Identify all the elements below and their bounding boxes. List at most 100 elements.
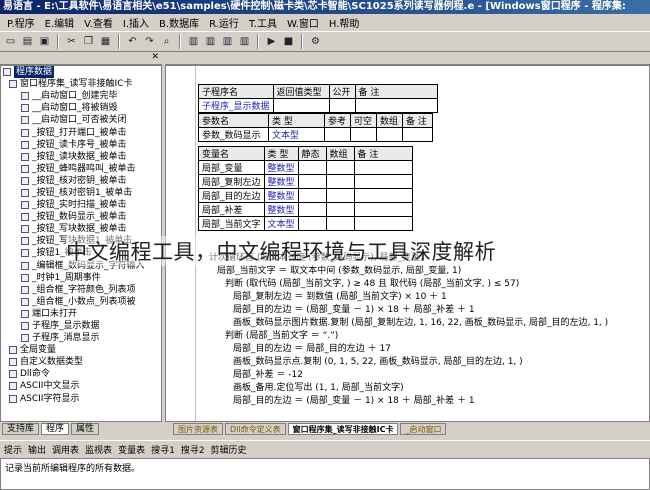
tree-item[interactable]: ASCII中文显示 [1, 380, 161, 392]
code-line[interactable]: 判断 (局部_当前文字 ＝ “.”) [225, 330, 338, 343]
window3-icon[interactable]: ▥ [220, 34, 235, 49]
table-cell[interactable] [353, 188, 413, 203]
table-cell[interactable] [328, 98, 356, 113]
tab-variable-table[interactable]: 变量表 [118, 443, 145, 456]
tree-item[interactable]: __启动窗口_创建完毕 [1, 90, 161, 102]
table-cell[interactable]: 子程序_显示数据 [198, 98, 274, 113]
tree-item[interactable]: 子程序_消息显示 [1, 332, 161, 344]
table-cell[interactable]: 整数型 [263, 202, 299, 217]
tab-program[interactable]: 程序 [41, 423, 70, 435]
table-cell[interactable]: 文本型 [268, 127, 325, 142]
code-line[interactable]: 画板_数码显示图片数据.复制 (局部_复制左边, 1, 16, 22, 画板_数… [233, 317, 608, 330]
tree-item[interactable]: _组合框_小数点_列表项被 [1, 296, 161, 308]
table-cell[interactable] [402, 127, 433, 142]
close-icon[interactable]: ✕ [151, 52, 159, 62]
tab-dll-commands[interactable]: Dll命令定义表 [225, 423, 286, 435]
menu-tools[interactable]: T.工具 [244, 15, 282, 30]
code-line[interactable]: 局部_补差 ＝ -12 [233, 369, 303, 382]
tree-item[interactable]: 子程序_显示数据 [1, 320, 161, 332]
menu-database[interactable]: B.数据库 [154, 15, 204, 30]
table-cell[interactable] [297, 188, 327, 203]
tab-search2[interactable]: 搜寻2 [181, 443, 205, 456]
table-cell[interactable] [324, 127, 351, 142]
tab-properties[interactable]: 属性 [71, 423, 100, 435]
cut-icon[interactable]: ✂ [64, 34, 79, 49]
tree-item[interactable]: _组合框_字符颜色_列表项 [1, 284, 161, 296]
table-cell[interactable] [272, 98, 330, 113]
tab-call-table[interactable]: 调用表 [52, 443, 79, 456]
tab-output[interactable]: 输出 [28, 443, 46, 456]
code-line[interactable]: 局部_目的左边 ＝ (局部_变量 － 1) × 18 ＋ 局部_补差 ＋ 1 [233, 304, 475, 317]
save-icon[interactable]: ▣ [37, 34, 52, 49]
table-cell[interactable] [376, 127, 403, 142]
code-line[interactable]: 局部_目的左边 ＝ 局部_目的左边 ＋ 17 [233, 343, 391, 356]
tree-item[interactable]: _按钮_核对密钥_被单击 [1, 175, 161, 187]
tree-item[interactable]: _按钮_读块数据_被单击 [1, 151, 161, 163]
code-line[interactable]: 局部_目的左边 ＝ (局部_变量 － 1) × 18 ＋ 局部_补差 ＋ 1 [233, 395, 475, 408]
table-cell[interactable]: 整数型 [263, 188, 299, 203]
code-line[interactable]: 局部_当前文字 ＝ 取文本中间 (参数_数码显示, 局部_变量, 1) [217, 265, 461, 278]
tab-start-window[interactable]: _启动窗口 [400, 423, 447, 435]
tree-item[interactable]: __启动窗口_将被销毁 [1, 102, 161, 114]
table-cell[interactable]: 局部_当前文字 [198, 216, 265, 231]
table-cell[interactable]: 整数型 [263, 160, 299, 175]
code-line[interactable]: 画板_数码显示点.复制 (0, 1, 5, 22, 画板_数码显示, 局部_目的… [233, 356, 523, 369]
table-cell[interactable]: 整数型 [263, 174, 299, 189]
copy-icon[interactable]: ❐ [81, 34, 96, 49]
tree-item[interactable]: _按钮_写块数据_被单击 [1, 223, 161, 235]
menu-help[interactable]: H.帮助 [324, 15, 365, 30]
table-cell[interactable]: 局部_变量 [198, 160, 265, 175]
stop-icon[interactable]: ■ [281, 34, 296, 49]
table-cell[interactable] [353, 174, 413, 189]
table-cell[interactable] [325, 188, 355, 203]
tree-item[interactable]: _按钮_蜂鸣器鸣叫_被单击 [1, 163, 161, 175]
tab-clip-history[interactable]: 剪辑历史 [211, 443, 247, 456]
redo-icon[interactable]: ↷ [142, 34, 157, 49]
table-cell[interactable] [354, 98, 438, 113]
tab-image-resources[interactable]: 图片资源表 [173, 423, 223, 435]
find-icon[interactable]: ⌕ [159, 34, 174, 49]
table-cell[interactable] [297, 174, 327, 189]
code-line[interactable]: 画板_备用.定位写出 (1, 1, 局部_当前文字) [233, 382, 404, 395]
table-cell[interactable] [325, 160, 355, 175]
table-cell[interactable]: 局部_补差 [198, 202, 265, 217]
menu-edit[interactable]: E.编辑 [40, 15, 80, 30]
tree-item[interactable]: 窗口程序集_读写非接触IC卡 [1, 78, 161, 90]
table-cell[interactable]: 局部_复制左边 [198, 174, 265, 189]
tab-search1[interactable]: 搜寻1 [151, 443, 175, 456]
run-icon[interactable]: ▶ [264, 34, 279, 49]
tree-item[interactable]: 程序数据 [1, 66, 161, 79]
table-cell[interactable] [297, 160, 327, 175]
tree-item[interactable]: _按钮_数码显示_被单击 [1, 211, 161, 223]
undo-icon[interactable]: ↶ [125, 34, 140, 49]
tree-item[interactable]: 自定义数据类型 [1, 356, 161, 368]
table-cell[interactable] [297, 216, 327, 231]
paste-icon[interactable]: ▦ [98, 34, 113, 49]
window1-icon[interactable]: ▥ [186, 34, 201, 49]
table-cell[interactable] [325, 202, 355, 217]
tree-item[interactable]: _按钮_读卡序号_被单击 [1, 139, 161, 151]
table-cell[interactable] [353, 160, 413, 175]
table-cell[interactable]: 局部_目的左边 [198, 188, 265, 203]
menu-view[interactable]: V.查看 [79, 15, 118, 30]
tree-item[interactable]: Dll命令 [1, 368, 161, 380]
table-cell[interactable] [353, 202, 413, 217]
tab-hints[interactable]: 提示 [4, 443, 22, 456]
menu-program[interactable]: P.程序 [2, 15, 40, 30]
tree-item[interactable]: __启动窗口_可否被关闭 [1, 114, 161, 126]
new-icon[interactable]: ▭ [3, 34, 18, 49]
tree-item[interactable]: _按钮_打开端口_被单击 [1, 126, 161, 138]
code-line[interactable]: 判断 (取代码 (局部_当前文字, ) ≥ 48 且 取代码 (局部_当前文字,… [225, 278, 519, 291]
table-cell[interactable] [353, 216, 413, 231]
table-cell[interactable] [297, 202, 327, 217]
tree-item[interactable]: ASCII字符显示 [1, 393, 161, 405]
menu-insert[interactable]: I.插入 [118, 15, 154, 30]
table-cell[interactable] [350, 127, 377, 142]
tab-watch-table[interactable]: 监视表 [85, 443, 112, 456]
tree-item[interactable]: _按钮_实时扫描_被单击 [1, 199, 161, 211]
window4-icon[interactable]: ▥ [237, 34, 252, 49]
tree-item[interactable]: 端口未打开 [1, 308, 161, 320]
menu-run[interactable]: R.运行 [204, 15, 244, 30]
tree-item[interactable]: _时钟1_周期事件 [1, 272, 161, 284]
open-icon[interactable]: ▤ [20, 34, 35, 49]
